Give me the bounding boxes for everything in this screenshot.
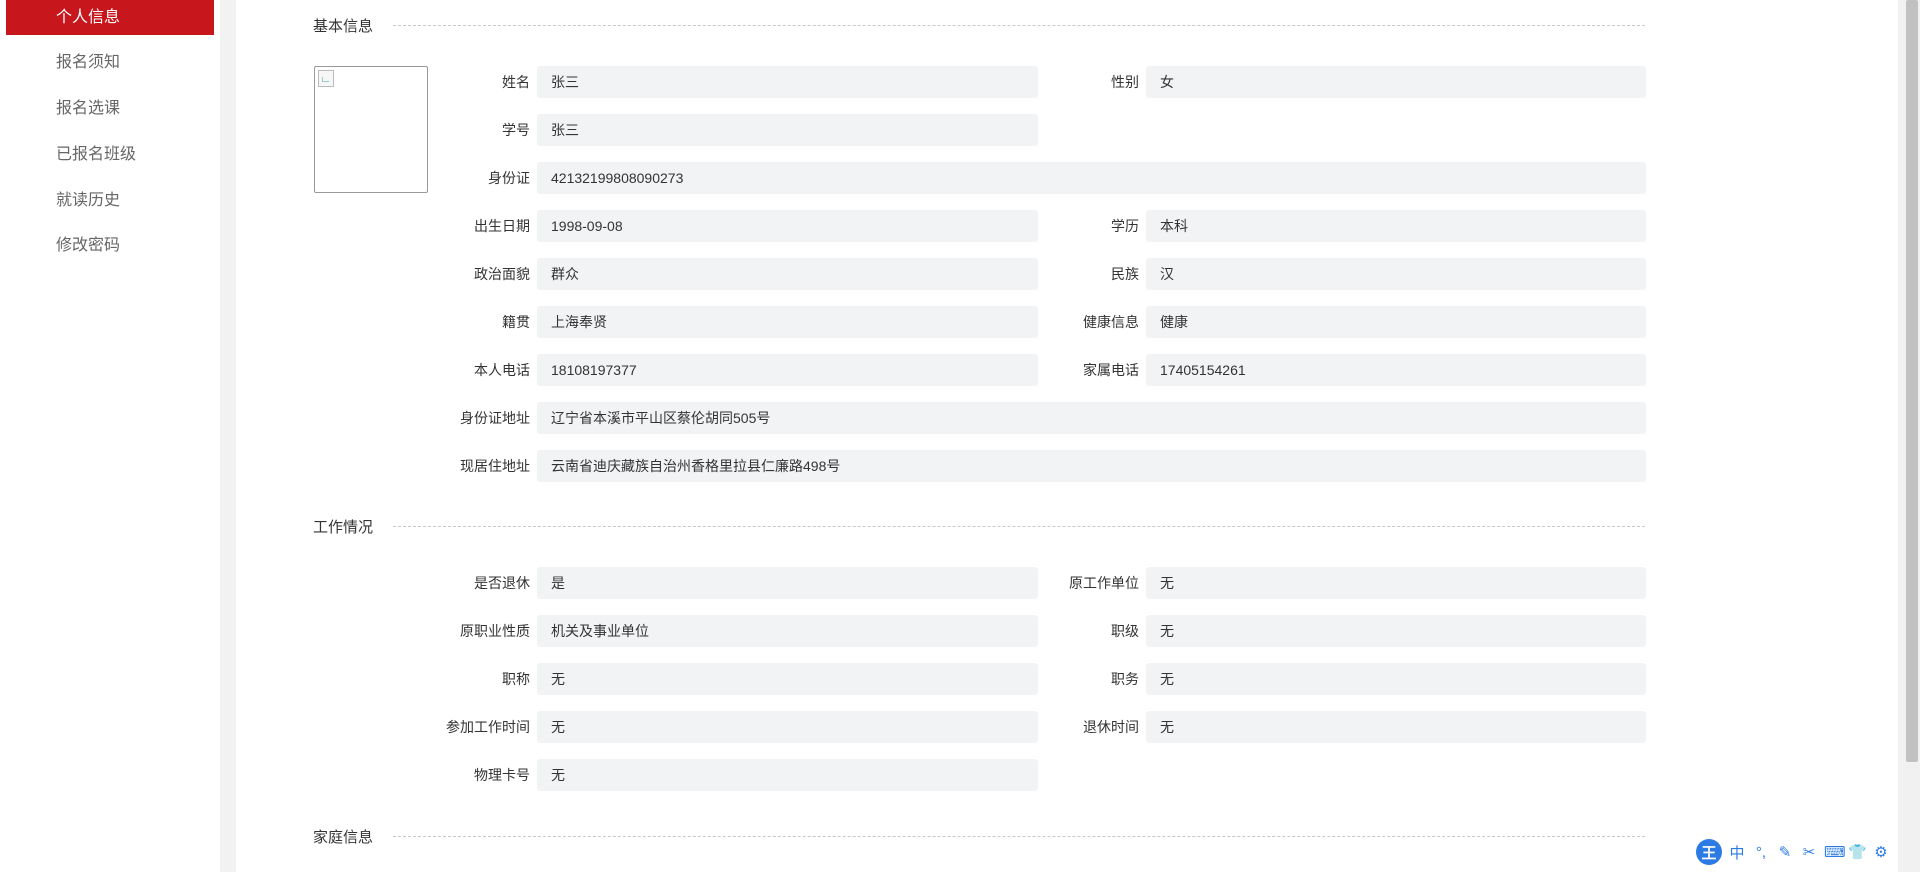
name-label: 姓名 [502, 74, 530, 90]
rank-label: 职级 [1111, 623, 1139, 639]
id-address-field: 辽宁省本溪市平山区蔡伦胡同505号 [537, 402, 1646, 434]
section-divider [393, 25, 1645, 26]
rank-field: 无 [1146, 615, 1646, 647]
political-label: 政治面貌 [474, 266, 530, 282]
political-field: 群众 [537, 258, 1038, 290]
gender-field: 女 [1146, 66, 1646, 98]
ime-toolbar: 王 中 °, ✎ ✂ ⌨ 👕 ⚙ [1696, 838, 1892, 866]
section-divider [393, 526, 1645, 527]
birth-label: 出生日期 [474, 218, 530, 234]
sidebar-item-label: 就读历史 [56, 192, 121, 209]
section-title-family: 家庭信息 [313, 829, 374, 846]
section-divider [393, 836, 1645, 837]
gender-label: 性别 [1111, 74, 1139, 90]
keyboard-icon[interactable]: ⌨ [1824, 843, 1846, 861]
gear-icon[interactable]: ⚙ [1872, 843, 1890, 861]
sidebar-item-change-password[interactable]: 修改密码 [6, 228, 214, 264]
shirt-icon[interactable]: 👕 [1848, 843, 1867, 861]
native-place-label: 籍贯 [502, 314, 530, 330]
ime-logo-icon[interactable]: 王 [1696, 839, 1722, 865]
former-unit-field: 无 [1146, 567, 1646, 599]
health-field: 健康 [1146, 306, 1646, 338]
position-field: 无 [1146, 663, 1646, 695]
sidebar-item-label: 报名选课 [56, 100, 121, 117]
sidebar-item-label: 报名须知 [56, 54, 121, 71]
ime-punctuation-toggle[interactable]: °, [1752, 844, 1770, 861]
position-label: 职务 [1111, 671, 1139, 687]
title-field: 无 [537, 663, 1038, 695]
student-id-field: 张三 [537, 114, 1038, 146]
work-start-label: 参加工作时间 [446, 719, 530, 735]
education-field: 本科 [1146, 210, 1646, 242]
phone-field: 18108197377 [537, 354, 1038, 386]
student-id-label: 学号 [502, 122, 530, 138]
sidebar-item-label: 个人信息 [56, 9, 121, 26]
section-title-work: 工作情况 [313, 519, 374, 536]
family-phone-label: 家属电话 [1083, 362, 1139, 378]
retired-field: 是 [537, 567, 1038, 599]
card-no-label: 物理卡号 [474, 767, 530, 783]
occupation-nature-field: 机关及事业单位 [537, 615, 1038, 647]
sidebar-item-course-selection[interactable]: 报名选课 [6, 91, 214, 127]
id-address-label: 身份证地址 [460, 410, 530, 426]
sidebar-item-registration-notice[interactable]: 报名须知 [6, 45, 214, 81]
ethnicity-label: 民族 [1111, 266, 1139, 282]
education-label: 学历 [1111, 218, 1139, 234]
sidebar: 个人信息 报名须知 报名选课 已报名班级 就读历史 修改密码 [0, 0, 220, 872]
phone-label: 本人电话 [474, 362, 530, 378]
retire-time-label: 退休时间 [1083, 719, 1139, 735]
ime-mode-toggle[interactable]: 中 [1728, 842, 1746, 863]
birth-field: 1998-09-08 [537, 210, 1038, 242]
current-address-field: 云南省迪庆藏族自治州香格里拉县仁廉路498号 [537, 450, 1646, 482]
title-label: 职称 [502, 671, 530, 687]
name-field: 张三 [537, 66, 1038, 98]
occupation-nature-label: 原职业性质 [460, 623, 530, 639]
sidebar-item-label: 已报名班级 [56, 146, 137, 163]
sidebar-item-personal-info[interactable]: 个人信息 [6, 0, 214, 35]
card-no-field: 无 [537, 759, 1038, 791]
sidebar-item-registered-classes[interactable]: 已报名班级 [6, 137, 214, 173]
current-address-label: 现居住地址 [460, 458, 530, 474]
family-phone-field: 17405154261 [1146, 354, 1646, 386]
native-place-field: 上海奉贤 [537, 306, 1038, 338]
retire-time-field: 无 [1146, 711, 1646, 743]
scrollbar-thumb[interactable] [1906, 0, 1918, 762]
avatar-photo [314, 66, 428, 193]
broken-image-icon [318, 70, 334, 87]
sidebar-item-study-history[interactable]: 就读历史 [6, 183, 214, 219]
id-card-field: 42132199808090273 [537, 162, 1646, 194]
former-unit-label: 原工作单位 [1069, 575, 1139, 591]
sidebar-item-label: 修改密码 [56, 237, 121, 254]
scissors-icon[interactable]: ✂ [1800, 843, 1818, 861]
section-title-basic: 基本信息 [313, 18, 374, 35]
id-card-label: 身份证 [488, 170, 530, 186]
retired-label: 是否退休 [474, 575, 530, 591]
ethnicity-field: 汉 [1146, 258, 1646, 290]
pen-icon[interactable]: ✎ [1776, 843, 1794, 861]
work-start-field: 无 [537, 711, 1038, 743]
health-label: 健康信息 [1083, 314, 1139, 330]
